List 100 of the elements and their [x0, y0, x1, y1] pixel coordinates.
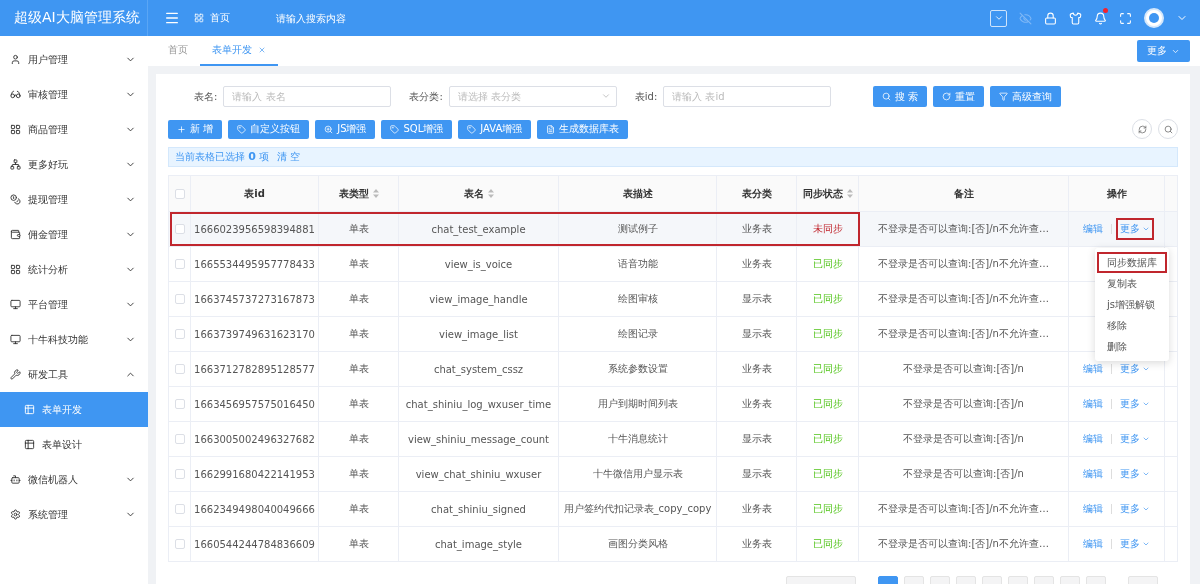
eye-off-icon[interactable] — [1019, 11, 1032, 25]
filter-icon — [999, 92, 1009, 101]
edit-link[interactable]: 编辑 — [1079, 498, 1107, 520]
checkbox[interactable] — [174, 469, 185, 479]
edit-link[interactable]: 编辑 — [1079, 428, 1107, 450]
filter-button[interactable]: 高级查询 — [990, 86, 1062, 107]
checkbox[interactable] — [174, 434, 185, 444]
more-link[interactable]: 更多 — [1116, 218, 1154, 240]
refresh-icon — [1137, 124, 1147, 134]
checkbox[interactable] — [174, 504, 185, 514]
table-cell: 业务表 — [717, 527, 797, 561]
sidebar-item[interactable]: 统计分析 — [0, 252, 148, 287]
sidebar-item[interactable]: 审核管理 — [0, 77, 148, 112]
dropdown-toggle[interactable] — [990, 9, 1007, 27]
input-field[interactable]: 请输入 表id — [663, 86, 832, 107]
chevron-down-icon — [1142, 365, 1150, 373]
edit-link[interactable]: 编辑 — [1079, 393, 1107, 415]
menu-item[interactable]: 移除 — [1097, 315, 1167, 336]
sidebar-subitem[interactable]: 表单设计 — [0, 427, 148, 462]
menu-item[interactable]: 删除 — [1097, 336, 1167, 357]
input-field[interactable]: 请输入 表名 — [223, 86, 392, 107]
sort-icon[interactable] — [372, 189, 379, 198]
filter-button[interactable]: 搜 索 — [873, 86, 928, 107]
checkbox[interactable] — [174, 539, 185, 549]
field-label: 表名: — [194, 89, 218, 104]
sort-icon[interactable] — [846, 189, 853, 198]
menu-item[interactable]: 同步数据库 — [1097, 252, 1167, 273]
sidebar-item[interactable]: 用户管理 — [0, 42, 148, 77]
sidebar-item[interactable]: 更多好玩 — [0, 147, 148, 182]
toolbar-button[interactable]: JS增强 — [315, 119, 376, 139]
sort-icon[interactable] — [487, 189, 494, 198]
toolbar-button[interactable]: 新 增 — [168, 119, 223, 139]
edit-link[interactable]: 编辑 — [1079, 218, 1107, 240]
rotate-icon — [942, 92, 952, 101]
tab[interactable]: 首页 — [156, 36, 200, 66]
checkbox[interactable] — [174, 399, 185, 409]
toolbar-button[interactable]: SQL增强 — [381, 119, 453, 139]
sidebar-item[interactable]: 微信机器人 — [0, 462, 148, 497]
checkbox[interactable] — [174, 294, 185, 304]
column-header: 同步状态 — [802, 186, 843, 201]
sidebar-item[interactable]: 系统管理 — [0, 497, 148, 532]
menu-icon[interactable] — [164, 10, 180, 26]
menu-item[interactable]: 复制表 — [1097, 273, 1167, 294]
menu-item-icon — [10, 334, 21, 345]
grid-icon — [194, 13, 204, 23]
filter-button[interactable]: 重置 — [933, 86, 985, 107]
more-button[interactable]: 更多 — [1137, 40, 1190, 62]
sidebar-item[interactable]: 提现管理 — [0, 182, 148, 217]
plus-icon — [177, 124, 186, 134]
menu-item[interactable]: js增强解锁 — [1097, 294, 1167, 315]
more-link[interactable]: 更多 — [1116, 498, 1154, 520]
field-label: 表id: — [634, 89, 658, 104]
lock-icon[interactable] — [1044, 11, 1057, 25]
bell-icon[interactable] — [1094, 11, 1107, 25]
toolbar-button[interactable]: JAVA增强 — [458, 119, 532, 139]
chevron-down-icon — [1142, 505, 1150, 513]
menu-item-icon — [10, 509, 21, 520]
edit-link[interactable]: 编辑 — [1079, 463, 1107, 485]
more-link[interactable]: 更多 — [1116, 393, 1154, 415]
avatar[interactable] — [1144, 8, 1164, 28]
column-header: 备注 — [953, 186, 974, 201]
more-link[interactable]: 更多 — [1116, 463, 1154, 485]
close-icon[interactable] — [258, 46, 266, 54]
more-link[interactable]: 更多 — [1116, 428, 1154, 450]
table-cell: 1660544244784836609 — [191, 527, 319, 561]
sidebar-item[interactable]: 商品管理 — [0, 112, 148, 147]
menu-item-icon — [10, 159, 21, 170]
sidebar-item[interactable]: 研发工具 — [0, 357, 148, 392]
edit-link[interactable]: 编辑 — [1079, 533, 1107, 555]
more-link[interactable]: 更多 — [1116, 358, 1154, 380]
search-icon — [1163, 124, 1173, 134]
sidebar-item[interactable]: 平台管理 — [0, 287, 148, 322]
checkbox[interactable] — [174, 364, 185, 374]
toolbar-button[interactable]: 生成数据库表 — [537, 119, 629, 139]
home-link[interactable]: 首页 — [194, 11, 230, 25]
chevron-down-icon — [1142, 225, 1150, 233]
checkbox[interactable] — [174, 259, 185, 269]
sidebar-subitem[interactable]: 表单开发 — [0, 392, 148, 427]
menu-item-icon — [10, 89, 21, 100]
tag-icon — [390, 124, 400, 134]
sidebar-item[interactable]: 佣金管理 — [0, 217, 148, 252]
checkbox[interactable] — [174, 329, 185, 339]
checkbox[interactable] — [174, 224, 185, 234]
tab[interactable]: 表单开发 — [200, 36, 278, 66]
menu-item-icon — [10, 229, 21, 240]
menu-item-icon — [10, 299, 21, 310]
column-header: 表描述 — [622, 186, 653, 201]
chevron-down-icon — [1142, 540, 1150, 548]
checkbox[interactable] — [174, 188, 185, 199]
edit-link[interactable]: 编辑 — [1079, 358, 1107, 380]
search-field[interactable]: 请输入搜索内容 — [274, 11, 434, 25]
more-link[interactable]: 更多 — [1116, 533, 1154, 555]
file-icon — [546, 124, 556, 134]
chevron-down-icon — [1142, 435, 1150, 443]
toolbar-button[interactable]: 自定义按钮 — [228, 119, 310, 139]
clear-link[interactable]: 清 空 — [277, 150, 301, 164]
shirt-icon[interactable] — [1069, 11, 1082, 25]
fullscreen-icon[interactable] — [1119, 11, 1132, 25]
menu-item-icon — [10, 264, 21, 275]
sidebar-item[interactable]: 十牛科技功能 — [0, 322, 148, 357]
